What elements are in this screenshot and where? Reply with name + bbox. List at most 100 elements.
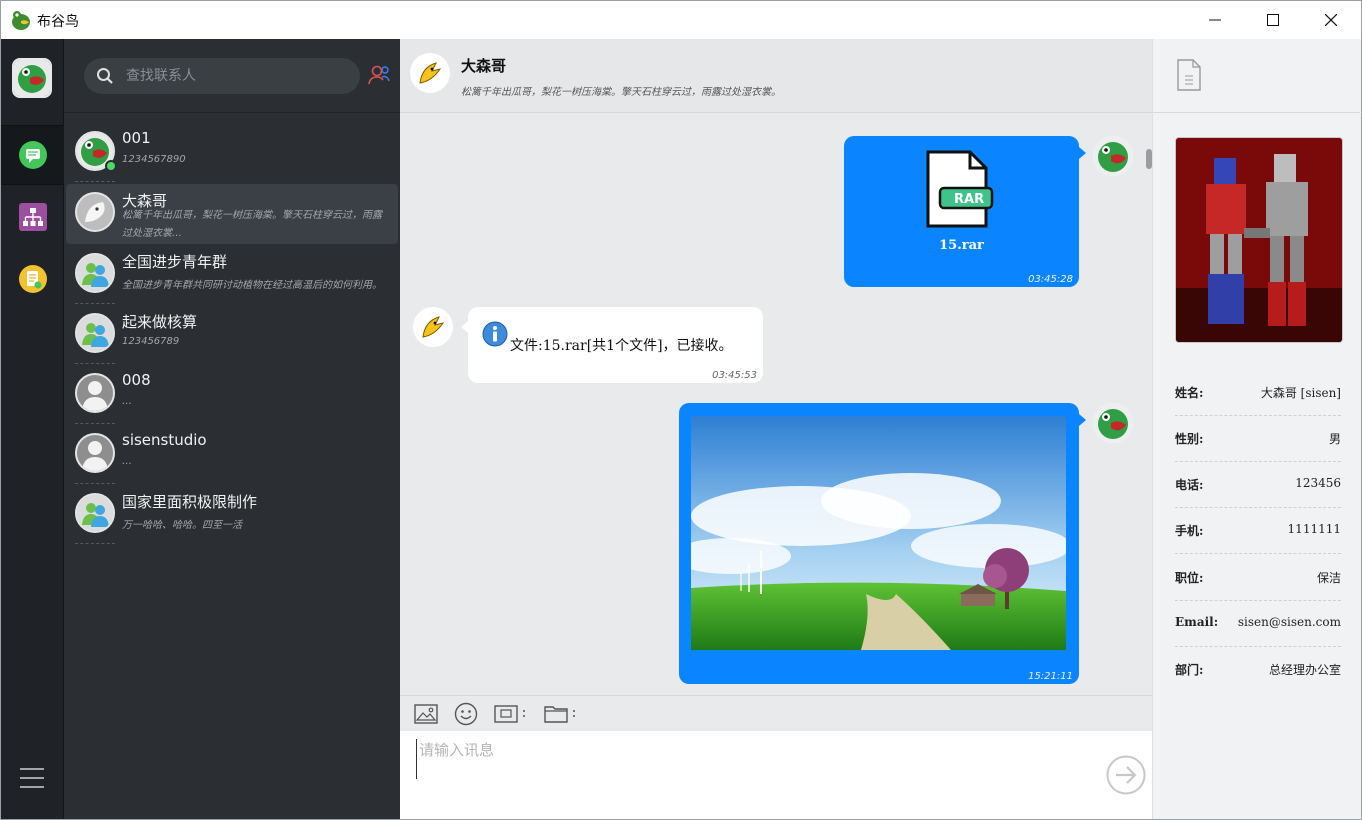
contact-item[interactable]: 001 1234567890	[64, 123, 400, 183]
hamburger-menu-icon[interactable]	[20, 767, 44, 789]
org-chart-icon	[18, 203, 47, 231]
contact-name: 起来做核算	[122, 313, 198, 331]
contact-name: sisenstudio	[122, 431, 207, 449]
bubble-tail	[461, 321, 468, 333]
group-avatar-icon	[77, 255, 113, 291]
field-value: 总经理办公室	[1268, 663, 1341, 677]
chat-subtitle: 松篱千年出瓜哥，梨花一树压海棠。擎天石柱穿云过，雨露过处湿衣裳。	[461, 87, 781, 98]
contact-separator	[75, 483, 115, 484]
robots-portrait-image	[1176, 138, 1342, 342]
group-avatar-icon	[77, 315, 113, 351]
window-title: 布谷鸟	[37, 14, 79, 30]
search-input[interactable]	[126, 58, 356, 94]
landscape-image[interactable]	[691, 416, 1066, 650]
message-time: 03:45:28	[1028, 274, 1073, 285]
folder-icon	[544, 706, 575, 723]
chat-header: 大森哥 松篱千年出瓜哥，梨花一树压海棠。擎天石柱穿云过，雨露过处湿衣裳。	[400, 39, 1152, 113]
rar-file-icon	[926, 150, 994, 228]
default-user-avatar-icon	[77, 435, 113, 471]
contact-item[interactable]: 全国进步青年群 全国进步青年群共同研讨动植物在经过高温后的如何利用。	[64, 245, 400, 305]
maximize-button[interactable]	[1244, 1, 1302, 39]
maximize-icon	[1267, 14, 1279, 26]
my-avatar[interactable]	[12, 58, 52, 98]
file-name: 15.rar	[939, 238, 984, 253]
screenshot-button[interactable]	[494, 702, 528, 726]
message-list[interactable]: RAR 15.rar 03:45:28 文件:15.rar[共1个文件]，已接收…	[400, 113, 1152, 695]
contact-separator	[75, 181, 115, 182]
my-message-avatar[interactable]	[1093, 136, 1133, 176]
text-message-bubble[interactable]: 文件:15.rar[共1个文件]，已接收。 03:45:53	[468, 307, 763, 383]
close-button[interactable]	[1302, 1, 1360, 39]
field-value: sisen@sisen.com	[1237, 615, 1341, 629]
app-window: 布谷鸟 查找联系人 001 1234567890 大森哥 松篱千年出瓜哥，梨花一…	[0, 0, 1362, 820]
minimize-button[interactable]	[1186, 1, 1244, 39]
field-value: 保洁	[1316, 571, 1341, 585]
cuckoo-logo-icon	[12, 11, 30, 30]
online-status-dot	[105, 160, 117, 172]
contact-signature: 全国进步青年群共同研讨动植物在经过高温后的如何利用。	[122, 280, 382, 291]
nav-documents[interactable]	[1, 249, 64, 309]
dragon-avatar-icon	[1093, 403, 1133, 443]
search-icon	[97, 68, 113, 84]
image-message-bubble[interactable]: 15:21:11	[679, 403, 1079, 684]
contact-avatar	[75, 253, 115, 293]
contacts-divider	[64, 112, 400, 113]
info-icon	[482, 321, 508, 347]
group-avatar-icon	[77, 495, 113, 531]
composer-toolbar	[400, 695, 1152, 731]
contact-item-active[interactable]: 大森哥 松篱千年出瓜哥，梨花一树压海棠。擎天石柱穿云过，雨露过处湿衣裳…	[66, 184, 398, 244]
profile-field-department: 部门: 总经理办公室	[1175, 647, 1341, 693]
field-label: 姓名:	[1175, 386, 1204, 400]
partner-message-avatar[interactable]	[413, 307, 453, 347]
field-label: 手机:	[1175, 524, 1204, 538]
contacts-panel: 001 1234567890 大森哥 松篱千年出瓜哥，梨花一树压海棠。擎天石柱穿…	[64, 39, 400, 819]
profile-picture[interactable]	[1175, 137, 1343, 343]
profile-field-gender: 性别: 男	[1175, 416, 1341, 462]
contact-avatar	[75, 493, 115, 533]
file-message-bubble[interactable]: RAR 15.rar 03:45:28	[844, 136, 1079, 287]
message-time: 03:45:53	[712, 370, 757, 381]
emoji-button[interactable]	[454, 702, 478, 726]
image-icon	[414, 704, 438, 724]
dragon-avatar-icon	[14, 60, 50, 96]
send-image-button[interactable]	[414, 702, 438, 726]
smiley-icon	[454, 702, 478, 726]
contact-item[interactable]: 起来做核算 123456789	[64, 305, 400, 365]
contact-separator	[75, 303, 115, 304]
file-outline-icon[interactable]	[1177, 59, 1201, 91]
file-badge-label: RAR	[954, 192, 985, 207]
search-box	[84, 58, 360, 94]
profile-field-mobile: 手机: 1111111	[1175, 508, 1341, 554]
field-value: 男	[1328, 432, 1341, 446]
field-label: 部门:	[1175, 663, 1204, 677]
contact-avatar	[75, 433, 115, 473]
contact-item[interactable]: 国家里面积极限制作 万一哈哈、哈哈。四至一活	[64, 485, 400, 545]
profile-field-phone: 电话: 123456	[1175, 462, 1341, 508]
contact-signature: …	[122, 396, 132, 407]
close-icon	[1325, 14, 1337, 26]
message-input[interactable]	[416, 739, 1096, 779]
contact-name: 001	[122, 129, 151, 147]
nav-organization[interactable]	[1, 187, 64, 247]
contact-signature: 1234567890	[122, 154, 186, 165]
contact-item[interactable]: 008 …	[64, 365, 400, 425]
send-arrow-icon[interactable]	[1106, 755, 1146, 795]
field-value: 大森哥 [sisen]	[1260, 386, 1341, 400]
contact-name: 全国进步青年群	[122, 253, 228, 271]
contact-separator	[75, 363, 115, 364]
nav-rail	[1, 39, 64, 819]
contact-item[interactable]: sisenstudio …	[64, 425, 400, 485]
contact-avatar	[75, 373, 115, 413]
nav-messages[interactable]	[1, 125, 64, 185]
field-value: 1111111	[1287, 522, 1341, 536]
contact-separator	[75, 423, 115, 424]
ghost-avatar-icon	[77, 194, 113, 230]
chat-panel: 大森哥 松篱千年出瓜哥，梨花一树压海棠。擎天石柱穿云过，雨露过处湿衣裳。 RAR…	[400, 39, 1152, 819]
title-bar: 布谷鸟	[1, 1, 1361, 39]
chat-partner-avatar[interactable]	[410, 53, 450, 93]
send-folder-button[interactable]	[544, 702, 578, 726]
my-message-avatar[interactable]	[1093, 403, 1133, 443]
add-contact-icon[interactable]	[367, 63, 391, 87]
contact-name: 008	[122, 371, 151, 389]
field-value: 123456	[1295, 476, 1341, 490]
